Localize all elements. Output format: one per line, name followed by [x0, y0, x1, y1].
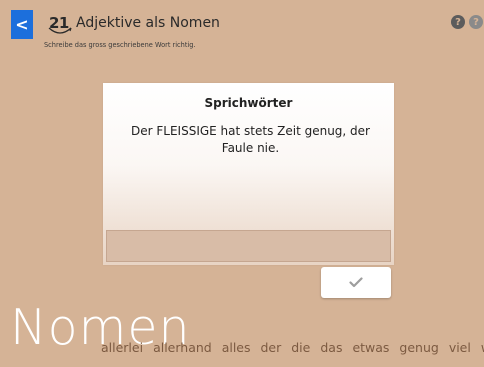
word-item[interactable]: allerhand [153, 340, 212, 355]
word-item[interactable]: das [320, 340, 342, 355]
exercise-sentence: Der FLEISSIGE hat stets Zeit genug, der … [131, 124, 370, 155]
answer-input[interactable] [106, 230, 391, 262]
word-item[interactable]: die [291, 340, 310, 355]
word-item[interactable]: etwas [352, 340, 389, 355]
word-item[interactable]: genug [399, 340, 438, 355]
word-item[interactable]: allerlei [101, 340, 143, 355]
word-strip: allerlei allerhand alles der die das etw… [101, 340, 484, 355]
word-item[interactable]: alles [222, 340, 251, 355]
back-button[interactable]: < [11, 10, 33, 39]
card-title: Sprichwörter [204, 96, 293, 110]
check-icon [349, 277, 363, 288]
word-item[interactable]: viel [449, 340, 471, 355]
exercise-card: Sprichwörter Der FLEISSIGE hat stets Zei… [103, 83, 394, 265]
help-icon[interactable]: ? [451, 15, 465, 29]
chevron-left-icon: < [15, 14, 29, 34]
lesson-title: Adjektive als Nomen [76, 15, 220, 31]
word-item[interactable]: der [261, 340, 282, 355]
help-icon-secondary[interactable]: ? [469, 15, 483, 29]
check-button[interactable] [321, 267, 391, 298]
instruction-text: Schreibe das gross geschriebene Wort ric… [44, 41, 196, 49]
lesson-arc-icon [48, 27, 72, 34]
